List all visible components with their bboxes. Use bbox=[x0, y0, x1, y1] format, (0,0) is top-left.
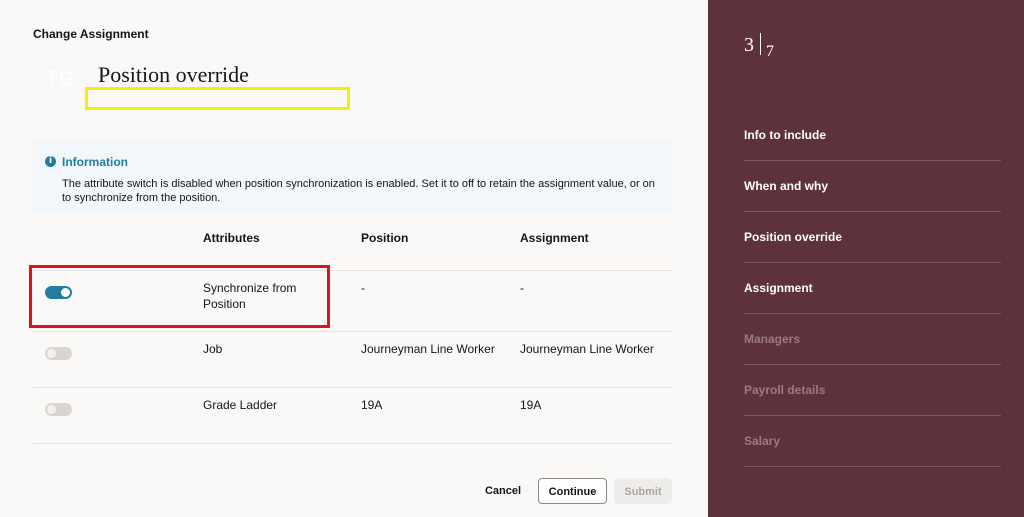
column-header-position: Position bbox=[361, 231, 409, 245]
main-panel: Change Assignment TG Position override i… bbox=[0, 0, 708, 517]
switch-knob bbox=[47, 349, 56, 358]
yellow-highlight-box bbox=[85, 87, 350, 110]
step-position-override[interactable]: Position override bbox=[744, 212, 1001, 263]
current-step-pointer-icon bbox=[700, 233, 707, 245]
cancel-button[interactable]: Cancel bbox=[478, 478, 528, 504]
avatar: TG bbox=[46, 68, 76, 90]
position-cell: Journeyman Line Worker bbox=[361, 342, 495, 356]
attribute-cell: Job bbox=[203, 342, 223, 356]
assignment-cell: - bbox=[520, 281, 524, 295]
total-step-number: 7 bbox=[766, 43, 774, 60]
current-step-number: 3 bbox=[744, 34, 754, 56]
information-text: The attribute switch is disabled when po… bbox=[62, 178, 655, 204]
step-when-and-why[interactable]: When and why bbox=[744, 161, 1001, 212]
switch-knob bbox=[47, 405, 56, 414]
step-managers: Managers bbox=[744, 314, 1001, 365]
assignment-cell: 19A bbox=[520, 398, 542, 412]
header-title: Change Assignment bbox=[33, 27, 149, 41]
step-salary: Salary bbox=[744, 416, 1001, 467]
table-row: Grade Ladder 19A 19A bbox=[33, 388, 672, 444]
table-row: Job Journeyman Line Worker Journeyman Li… bbox=[33, 332, 672, 388]
footer-toolbar: Cancel Continue Submit bbox=[0, 466, 708, 517]
step-assignment[interactable]: Assignment bbox=[744, 263, 1001, 314]
attribute-cell: Grade Ladder bbox=[203, 398, 278, 412]
submit-button[interactable]: Submit bbox=[614, 478, 672, 504]
grade-ladder-switch[interactable] bbox=[45, 403, 72, 416]
step-payroll-details: Payroll details bbox=[744, 365, 1001, 416]
information-message: i Information The attribute switch is di… bbox=[33, 141, 672, 213]
step-counter-divider bbox=[760, 33, 761, 55]
step-info-to-include[interactable]: Info to include bbox=[744, 110, 1001, 161]
page-title: Position override bbox=[98, 62, 249, 87]
position-cell: - bbox=[361, 281, 365, 295]
column-header-assignment: Assignment bbox=[520, 231, 589, 245]
assignment-cell: Journeyman Line Worker bbox=[520, 342, 654, 356]
position-cell: 19A bbox=[361, 398, 383, 412]
column-header-attributes: Attributes bbox=[203, 231, 260, 245]
job-switch[interactable] bbox=[45, 347, 72, 360]
table-header: Attributes Position Assignment bbox=[33, 214, 672, 271]
red-highlight-box bbox=[29, 265, 330, 328]
information-title: Information bbox=[62, 155, 128, 169]
info-icon: i bbox=[45, 156, 56, 167]
process-train-sidebar: 3 7 Info to include When and why Positio… bbox=[700, 0, 1024, 517]
continue-button[interactable]: Continue bbox=[538, 478, 607, 504]
